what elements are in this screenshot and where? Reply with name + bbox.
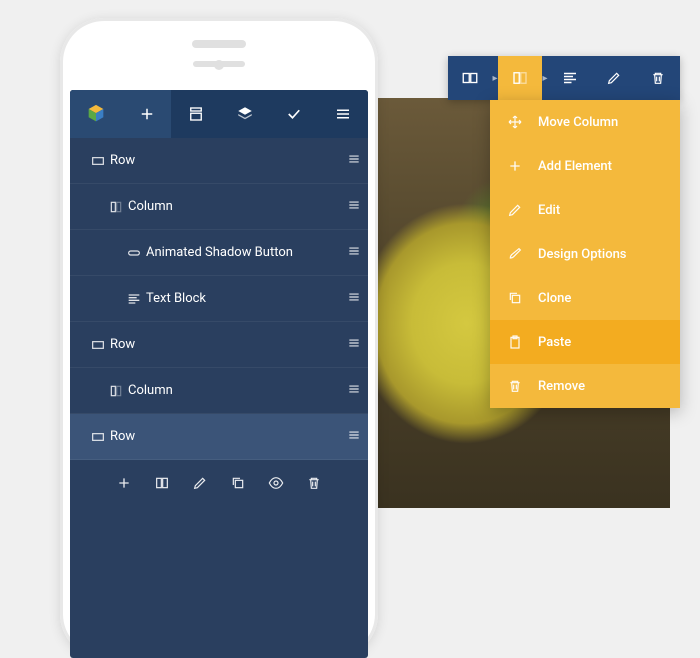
dropdown-add-element[interactable]: Add Element: [490, 144, 680, 188]
dropdown-paste[interactable]: Paste: [490, 320, 680, 364]
item-menu-button[interactable]: [340, 382, 368, 400]
columns-action[interactable]: [154, 475, 170, 495]
edit-context-button[interactable]: [592, 56, 636, 100]
tree-item-column[interactable]: Column: [70, 368, 368, 414]
template-button[interactable]: [171, 90, 220, 138]
dropdown-label: Add Element: [538, 159, 612, 174]
dropdown-label: Clone: [538, 291, 571, 306]
element-context-button[interactable]: [548, 56, 592, 100]
tree-item-label: Row: [110, 153, 340, 168]
tree-item-label: Column: [128, 199, 340, 214]
row-icon: [86, 153, 110, 169]
dropdown-label: Remove: [538, 379, 585, 394]
tree-item-row-selected[interactable]: Row: [70, 414, 368, 460]
layers-icon: [236, 105, 254, 123]
tree-item-button-element[interactable]: Animated Shadow Button: [70, 230, 368, 276]
tree-item-row[interactable]: Row: [70, 322, 368, 368]
move-icon: [506, 114, 524, 130]
tree-item-text-block[interactable]: Text Block: [70, 276, 368, 322]
tree-item-label: Text Block: [146, 291, 340, 306]
tree-item-row[interactable]: Row: [70, 138, 368, 184]
row-actions-toolbar: [70, 460, 368, 510]
cube-logo-icon: [85, 103, 107, 125]
item-menu-button[interactable]: [340, 428, 368, 446]
pencil-icon: [506, 202, 524, 218]
item-menu-button[interactable]: [340, 290, 368, 308]
button-element-icon: [122, 245, 146, 261]
dropdown-label: Paste: [538, 335, 571, 350]
tree-item-label: Column: [128, 383, 340, 398]
dropdown-clone[interactable]: Clone: [490, 276, 680, 320]
tree-item-label: Row: [110, 337, 340, 352]
check-icon: [285, 105, 303, 123]
template-icon: [187, 105, 205, 123]
column-icon: [104, 383, 128, 399]
hamburger-icon: [334, 105, 352, 123]
item-menu-button[interactable]: [340, 198, 368, 216]
tree-item-label: Row: [110, 429, 340, 444]
item-menu-button[interactable]: [340, 336, 368, 354]
layers-button[interactable]: [220, 90, 269, 138]
delete-context-button[interactable]: [636, 56, 680, 100]
item-menu-button[interactable]: [340, 244, 368, 262]
item-menu-button[interactable]: [340, 152, 368, 170]
edit-action[interactable]: [192, 475, 208, 495]
visibility-action[interactable]: [268, 475, 284, 495]
clone-action[interactable]: [230, 475, 246, 495]
add-action[interactable]: [116, 475, 132, 495]
delete-action[interactable]: [306, 475, 322, 495]
phone-screen: Row Column Animated Shadow Button Text B…: [70, 90, 368, 658]
plus-icon: [138, 105, 156, 123]
editor-topbar: [70, 90, 368, 138]
dropdown-label: Design Options: [538, 247, 627, 262]
dropdown-edit[interactable]: Edit: [490, 188, 680, 232]
brush-icon: [506, 246, 524, 262]
context-toolbar: ▸ ▸: [448, 56, 680, 100]
dropdown-design-options[interactable]: Design Options: [490, 232, 680, 276]
row-icon: [86, 429, 110, 445]
add-button[interactable]: [122, 90, 171, 138]
column-icon: [104, 199, 128, 215]
phone-frame: Row Column Animated Shadow Button Text B…: [60, 18, 378, 658]
dropdown-label: Move Column: [538, 115, 618, 130]
clone-icon: [506, 290, 524, 306]
row-icon: [86, 337, 110, 353]
paste-icon: [506, 334, 524, 350]
dropdown-label: Edit: [538, 203, 560, 218]
plus-icon: [506, 158, 524, 174]
dropdown-move-column[interactable]: Move Column: [490, 100, 680, 144]
text-icon: [122, 291, 146, 307]
dropdown-remove[interactable]: Remove: [490, 364, 680, 408]
column-dropdown-menu: Move Column Add Element Edit Design Opti…: [490, 100, 680, 408]
tree-item-label: Animated Shadow Button: [146, 245, 340, 260]
column-context-button[interactable]: [498, 56, 542, 100]
trash-icon: [506, 378, 524, 394]
main-menu-button[interactable]: [319, 90, 368, 138]
tree-item-column[interactable]: Column: [70, 184, 368, 230]
app-logo[interactable]: [70, 90, 122, 138]
row-context-button[interactable]: [448, 56, 492, 100]
confirm-button[interactable]: [270, 90, 319, 138]
